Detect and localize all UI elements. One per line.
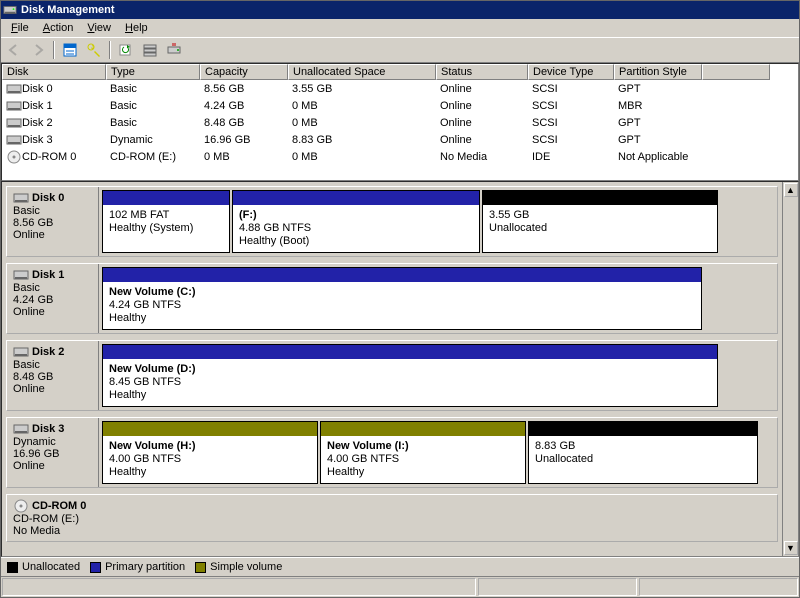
menu-action[interactable]: Action <box>37 21 80 35</box>
volume-f[interactable]: (F:)4.88 GB NTFSHealthy (Boot) <box>232 190 480 253</box>
disk-icon <box>13 345 29 359</box>
primary-partition-color <box>103 345 717 359</box>
disk-volumes-2: New Volume (D:)8.45 GB NTFSHealthy <box>99 341 777 410</box>
col-disk[interactable]: Disk <box>2 64 106 80</box>
disk-block-2: Disk 2 Basic 8.48 GB Online New Volume (… <box>6 340 778 411</box>
menu-help[interactable]: Help <box>119 21 154 35</box>
menu-file[interactable]: File <box>5 21 35 35</box>
menu-view[interactable]: View <box>81 21 117 35</box>
scroll-up-icon[interactable]: ▲ <box>784 183 798 197</box>
settings-button[interactable] <box>163 39 185 61</box>
app-icon <box>3 3 17 17</box>
disk-list-body: Disk 0Basic8.56 GB3.55 GBOnlineSCSIGPTDi… <box>2 80 798 165</box>
disk-block-3: Disk 3 Dynamic 16.96 GB Online New Volum… <box>6 417 778 488</box>
col-device-type[interactable]: Device Type <box>528 64 614 80</box>
legend-unallocated: Unallocated <box>22 561 80 573</box>
disk-list-header: Disk Type Capacity Unallocated Space Sta… <box>2 64 798 80</box>
disk-list-button[interactable] <box>139 39 161 61</box>
forward-button[interactable] <box>27 39 49 61</box>
app-title: Disk Management <box>21 4 115 16</box>
volume-d[interactable]: New Volume (D:)8.45 GB NTFSHealthy <box>102 344 718 407</box>
disk-block-cdrom: CD-ROM 0 CD-ROM (E:) No Media <box>6 494 778 542</box>
cdrom-icon <box>13 499 29 513</box>
separator <box>53 41 55 59</box>
disk-info-size: 8.56 GB <box>13 217 92 229</box>
properties-button[interactable] <box>59 39 81 61</box>
simple-volume-color <box>103 422 317 436</box>
table-row[interactable]: CD-ROM 0CD-ROM (E:)0 MB0 MBNo MediaIDENo… <box>2 148 798 165</box>
col-status[interactable]: Status <box>436 64 528 80</box>
disk-management-window: Disk Management File Action View Help Di… <box>0 0 800 598</box>
statusbar <box>1 577 799 597</box>
volume-i[interactable]: New Volume (I:)4.00 GB NTFSHealthy <box>320 421 526 484</box>
disk-volumes-cdrom <box>99 495 777 541</box>
disk-icon <box>13 422 29 436</box>
disk-graph-pane: Disk 0 Basic 8.56 GB Online 102 MB FATHe… <box>1 181 799 557</box>
col-partition-style[interactable]: Partition Style <box>614 64 702 80</box>
volume-unallocated[interactable]: 3.55 GBUnallocated <box>482 190 718 253</box>
legend-simple: Simple volume <box>210 561 282 573</box>
disk-info-status: Online <box>13 229 92 241</box>
disk-info-cdrom[interactable]: CD-ROM 0 CD-ROM (E:) No Media <box>7 495 99 541</box>
col-type[interactable]: Type <box>106 64 200 80</box>
refresh-button[interactable] <box>115 39 137 61</box>
disk-volumes-3: New Volume (H:)4.00 GB NTFSHealthy New V… <box>99 418 777 487</box>
menubar: File Action View Help <box>1 19 799 37</box>
legend-primary: Primary partition <box>105 561 185 573</box>
legend-unallocated-icon <box>7 562 18 573</box>
disk-block-1: Disk 1 Basic 4.24 GB Online New Volume (… <box>6 263 778 334</box>
toolbar <box>1 37 799 63</box>
status-pane-2 <box>478 578 637 596</box>
col-capacity[interactable]: Capacity <box>200 64 288 80</box>
disk-info-3[interactable]: Disk 3 Dynamic 16.96 GB Online <box>7 418 99 487</box>
primary-partition-color <box>103 191 229 205</box>
disk-icon <box>13 191 29 205</box>
disk-info-1[interactable]: Disk 1 Basic 4.24 GB Online <box>7 264 99 333</box>
simple-volume-color <box>321 422 525 436</box>
status-pane-3 <box>639 578 798 596</box>
disk-list-table[interactable]: Disk Type Capacity Unallocated Space Sta… <box>1 63 799 181</box>
table-row[interactable]: Disk 2Basic8.48 GB0 MBOnlineSCSIGPT <box>2 114 798 131</box>
legend-primary-icon <box>90 562 101 573</box>
disk-info-0[interactable]: Disk 0 Basic 8.56 GB Online <box>7 187 99 256</box>
volume-unallocated[interactable]: 8.83 GBUnallocated <box>528 421 758 484</box>
primary-partition-color <box>103 268 701 282</box>
disk-info-2[interactable]: Disk 2 Basic 8.48 GB Online <box>7 341 99 410</box>
col-unallocated[interactable]: Unallocated Space <box>288 64 436 80</box>
help-button[interactable] <box>83 39 105 61</box>
disk-info-type: Basic <box>13 205 92 217</box>
col-empty[interactable] <box>702 64 770 80</box>
disk-graph-inner: Disk 0 Basic 8.56 GB Online 102 MB FATHe… <box>2 182 782 556</box>
primary-partition-color <box>233 191 479 205</box>
disk-block-0: Disk 0 Basic 8.56 GB Online 102 MB FATHe… <box>6 186 778 257</box>
titlebar[interactable]: Disk Management <box>1 1 799 19</box>
disk-volumes-1: New Volume (C:)4.24 GB NTFSHealthy <box>99 264 777 333</box>
separator <box>109 41 111 59</box>
back-button[interactable] <box>3 39 25 61</box>
legend-simple-icon <box>195 562 206 573</box>
disk-volumes-0: 102 MB FATHealthy (System) (F:)4.88 GB N… <box>99 187 777 256</box>
table-row[interactable]: Disk 0Basic8.56 GB3.55 GBOnlineSCSIGPT <box>2 80 798 97</box>
volume-c[interactable]: New Volume (C:)4.24 GB NTFSHealthy <box>102 267 702 330</box>
volume-system[interactable]: 102 MB FATHealthy (System) <box>102 190 230 253</box>
legend: Unallocated Primary partition Simple vol… <box>1 557 799 577</box>
unallocated-color <box>529 422 757 436</box>
volume-h[interactable]: New Volume (H:)4.00 GB NTFSHealthy <box>102 421 318 484</box>
status-pane-1 <box>2 578 476 596</box>
scrollbar-vertical[interactable]: ▲ ▼ <box>782 182 798 556</box>
disk-icon <box>13 268 29 282</box>
unallocated-color <box>483 191 717 205</box>
scroll-down-icon[interactable]: ▼ <box>784 541 798 555</box>
table-row[interactable]: Disk 3Dynamic16.96 GB8.83 GBOnlineSCSIGP… <box>2 131 798 148</box>
table-row[interactable]: Disk 1Basic4.24 GB0 MBOnlineSCSIMBR <box>2 97 798 114</box>
